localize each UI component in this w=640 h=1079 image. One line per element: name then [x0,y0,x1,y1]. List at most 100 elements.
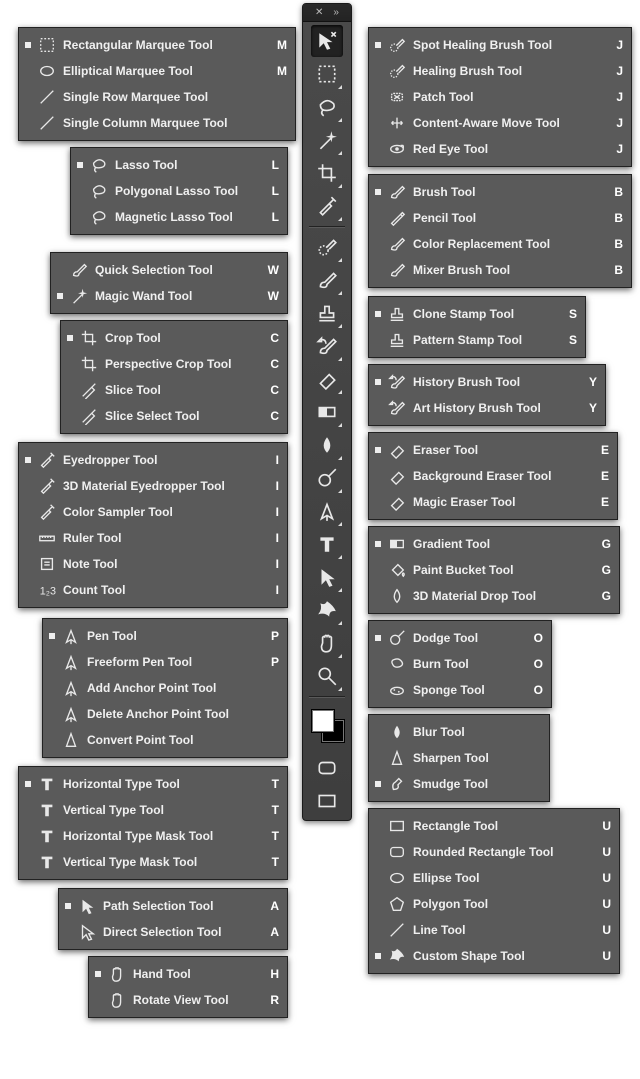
tool-option-crop[interactable]: Crop ToolC [61,325,287,351]
tool-option-type-h[interactable]: Horizontal Type ToolT [19,771,287,797]
tool-blur[interactable] [311,429,343,461]
tool-option-poly-lasso[interactable]: Polygonal Lasso ToolL [71,178,287,204]
close-icon[interactable]: ✕ [315,7,323,18]
tool-label: Direct Selection Tool [103,925,259,939]
tool-option-magic-eraser[interactable]: Magic Eraser ToolE [369,489,617,515]
tool-option-type-mask-v[interactable]: Vertical Type Mask ToolT [19,849,287,875]
tool-option-rotate-view[interactable]: Rotate View ToolR [89,987,287,1013]
tool-option-note[interactable]: Note ToolI [19,551,287,577]
tool-option-quick-select[interactable]: Quick Selection ToolW [51,257,287,283]
tool-option-bg-eraser[interactable]: Background Eraser ToolE [369,463,617,489]
tool-option-eyedropper-3d[interactable]: 3D Material Eyedropper ToolI [19,473,287,499]
tool-spot-heal[interactable] [311,231,343,263]
foreground-color[interactable] [311,709,335,733]
tool-shape[interactable] [311,594,343,626]
tool-stamp[interactable] [311,297,343,329]
tool-option-path-sel[interactable]: Path Selection ToolA [59,893,287,919]
tool-screen-mode[interactable] [311,785,343,817]
tool-option-round-rect[interactable]: Rounded Rectangle ToolU [369,839,619,865]
tool-option-hand[interactable]: Hand ToolH [89,961,287,987]
tool-option-mixer-brush[interactable]: Mixer Brush ToolB [369,257,631,283]
tool-option-content-move[interactable]: Content-Aware Move ToolJ [369,110,631,136]
tool-dodge[interactable] [311,462,343,494]
tool-option-pen[interactable]: Pen ToolP [43,623,287,649]
tool-move[interactable] [311,25,343,57]
tool-option-red-eye[interactable]: Red Eye ToolJ [369,136,631,162]
tool-option-sponge[interactable]: Sponge ToolO [369,677,551,703]
tool-option-ellipse[interactable]: Ellipse ToolU [369,865,619,891]
tool-option-row-marquee[interactable]: Single Row Marquee Tool [19,84,295,110]
tool-quick-mask[interactable] [311,752,343,784]
flyout-path-select: Path Selection ToolADirect Selection Too… [58,888,288,950]
shortcut-key: L [265,210,279,224]
slice-sel-icon [79,406,99,426]
tool-option-clone-stamp[interactable]: Clone Stamp ToolS [369,301,585,327]
tool-option-slice-sel[interactable]: Slice Select ToolC [61,403,287,429]
tool-option-rect-marquee[interactable]: Rectangular Marquee ToolM [19,32,295,58]
tool-option-color-replace[interactable]: Color Replacement ToolB [369,231,631,257]
tool-option-line[interactable]: Line ToolU [369,917,619,943]
tool-history-brush[interactable] [311,330,343,362]
tool-option-heal[interactable]: Healing Brush ToolJ [369,58,631,84]
tool-option-custom-shape[interactable]: Custom Shape ToolU [369,943,619,969]
tool-brush[interactable] [311,264,343,296]
tool-option-type-v[interactable]: Vertical Type ToolT [19,797,287,823]
tool-option-spot-heal[interactable]: Spot Healing Brush ToolJ [369,32,631,58]
tool-hand[interactable] [311,627,343,659]
tool-option-anchor-del[interactable]: Delete Anchor Point Tool [43,701,287,727]
tool-option-mag-lasso[interactable]: Magnetic Lasso ToolL [71,204,287,230]
tool-option-pattern-stamp[interactable]: Pattern Stamp ToolS [369,327,585,353]
tool-option-ellipse-marquee[interactable]: Elliptical Marquee ToolM [19,58,295,84]
tool-zoom[interactable] [311,660,343,692]
tool-option-ruler[interactable]: Ruler ToolI [19,525,287,551]
tool-option-free-pen[interactable]: Freeform Pen ToolP [43,649,287,675]
tool-marquee[interactable] [311,58,343,90]
tool-option-history-brush[interactable]: History Brush ToolY [369,369,605,395]
tool-option-color-sampler[interactable]: Color Sampler ToolI [19,499,287,525]
tool-option-burn[interactable]: Burn ToolO [369,651,551,677]
tool-option-lasso[interactable]: Lasso ToolL [71,152,287,178]
tool-option-blur[interactable]: Blur Tool [369,719,549,745]
tool-option-count[interactable]: Count ToolI [19,577,287,603]
tool-pen[interactable] [311,495,343,527]
tool-option-pencil[interactable]: Pencil ToolB [369,205,631,231]
mixer-brush-icon [387,260,407,280]
tool-option-direct-sel[interactable]: Direct Selection ToolA [59,919,287,945]
tool-gradient[interactable] [311,396,343,428]
tool-option-brush[interactable]: Brush ToolB [369,179,631,205]
tool-crop[interactable] [311,157,343,189]
tool-option-persp-crop[interactable]: Perspective Crop ToolC [61,351,287,377]
tool-type[interactable] [311,528,343,560]
tool-option-anchor-add[interactable]: Add Anchor Point Tool [43,675,287,701]
tool-option-patch[interactable]: Patch ToolJ [369,84,631,110]
collapse-icon[interactable]: » [333,7,339,18]
tool-option-magic-wand[interactable]: Magic Wand ToolW [51,283,287,309]
tool-eyedropper[interactable] [311,190,343,222]
tool-path-select[interactable] [311,561,343,593]
color-swatches[interactable] [307,705,347,749]
tool-option-col-marquee[interactable]: Single Column Marquee Tool [19,110,295,136]
tool-option-slice[interactable]: Slice ToolC [61,377,287,403]
panel-header[interactable]: ✕ » [303,4,351,22]
tool-option-rect[interactable]: Rectangle ToolU [369,813,619,839]
tool-option-polygon[interactable]: Polygon ToolU [369,891,619,917]
active-dot [25,781,31,787]
tool-option-smudge[interactable]: Smudge Tool [369,771,549,797]
tool-option-gradient[interactable]: Gradient ToolG [369,531,619,557]
tool-option-eyedropper[interactable]: Eyedropper ToolI [19,447,287,473]
tool-option-sharpen[interactable]: Sharpen Tool [369,745,549,771]
tool-wand[interactable] [311,124,343,156]
tool-option-eraser[interactable]: Eraser ToolE [369,437,617,463]
flyout-stamp: Clone Stamp ToolSPattern Stamp ToolS [368,296,586,358]
tool-option-3d-drop[interactable]: 3D Material Drop ToolG [369,583,619,609]
tool-option-dodge[interactable]: Dodge ToolO [369,625,551,651]
shortcut-key: O [529,683,543,697]
tool-option-convert-pt[interactable]: Convert Point Tool [43,727,287,753]
tool-eraser[interactable] [311,363,343,395]
tool-option-type-mask-h[interactable]: Horizontal Type Mask ToolT [19,823,287,849]
tool-lasso[interactable] [311,91,343,123]
shortcut-key: W [265,263,279,277]
active-dot [77,162,83,168]
tool-option-art-history-brush[interactable]: Art History Brush ToolY [369,395,605,421]
tool-option-paint-bucket[interactable]: Paint Bucket ToolG [369,557,619,583]
